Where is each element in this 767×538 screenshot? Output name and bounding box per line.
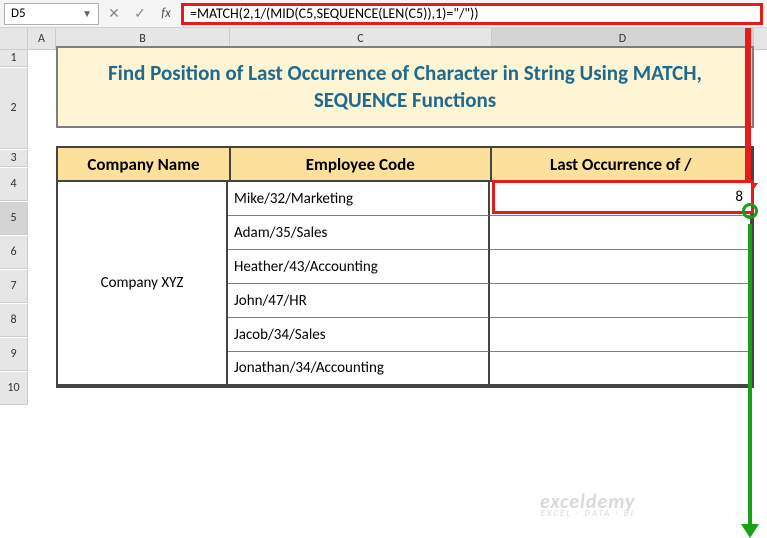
header-employee[interactable]: Employee Code [231, 148, 491, 182]
fill-handle[interactable] [742, 203, 758, 219]
cell-C8[interactable]: John/47/HR [228, 284, 490, 318]
annotation-arrow-green-head [741, 524, 759, 538]
watermark: exceldemy EXCEL · DATA · BI [540, 494, 635, 517]
row-header-8[interactable]: 8 [0, 304, 28, 337]
row-header-6[interactable]: 6 [0, 236, 28, 269]
cell-D7[interactable] [490, 250, 752, 284]
watermark-main: exceldemy [540, 490, 635, 514]
cell-D8[interactable] [490, 284, 752, 318]
accept-formula-button[interactable]: ✓ [129, 3, 151, 25]
formula-toolbar: D5 ▼ ✕ ✓ fx =MATCH(2,1/(MID(C5,SEQUENCE(… [0, 0, 767, 28]
formula-text: =MATCH(2,1/(MID(C5,SEQUENCE(LEN(C5)),1)=… [190, 5, 479, 22]
cell-C7[interactable]: Heather/43/Accounting [228, 250, 490, 284]
row-header-2[interactable]: 2 [0, 68, 28, 149]
row-header-5[interactable]: 5 [0, 202, 28, 235]
row-header-9[interactable]: 9 [0, 338, 28, 371]
row-header-1[interactable]: 1 [0, 50, 28, 67]
header-last[interactable]: Last Occurrence of / [492, 148, 752, 182]
row-header-3[interactable]: 3 [0, 150, 28, 167]
col-header-A[interactable]: A [28, 28, 56, 49]
cell-D10[interactable] [490, 352, 752, 386]
annotation-arrow-red [745, 28, 751, 190]
company-cell[interactable]: Company XYZ [58, 182, 228, 386]
row-header-4[interactable]: 4 [0, 168, 28, 201]
cell-C5[interactable]: Mike/32/Marketing [228, 182, 490, 216]
cell-C6[interactable]: Adam/35/Sales [228, 216, 490, 250]
cell-D5-value: 8 [735, 188, 743, 206]
row-header-10[interactable]: 10 [0, 372, 28, 405]
fx-icon[interactable]: fx [155, 3, 177, 25]
watermark-sub: EXCEL · DATA · BI [540, 510, 635, 517]
selected-cell-D5[interactable]: 8 [492, 180, 754, 214]
name-box[interactable]: D5 ▼ [4, 3, 99, 25]
header-company[interactable]: Company Name [58, 148, 231, 182]
cell-D9[interactable] [490, 318, 752, 352]
title-text: Find Position of Last Occurrence of Char… [78, 60, 732, 115]
formula-bar[interactable]: =MATCH(2,1/(MID(C5,SEQUENCE(LEN(C5)),1)=… [181, 3, 763, 25]
cell-C10[interactable]: Jonathan/34/Accounting [228, 352, 490, 386]
cell-D6[interactable] [490, 216, 752, 250]
chevron-down-icon[interactable]: ▼ [82, 7, 92, 20]
select-all-corner[interactable] [0, 28, 28, 49]
name-box-value: D5 [11, 6, 26, 21]
cell-C9[interactable]: Jacob/34/Sales [228, 318, 490, 352]
cancel-formula-button[interactable]: ✕ [103, 3, 125, 25]
row-header-7[interactable]: 7 [0, 270, 28, 303]
worksheet-grid[interactable]: A B C D 1 2 3 4 5 6 7 8 9 10 Find Positi… [0, 28, 767, 406]
annotation-arrow-green [748, 224, 752, 526]
title-cell[interactable]: Find Position of Last Occurrence of Char… [56, 46, 754, 128]
